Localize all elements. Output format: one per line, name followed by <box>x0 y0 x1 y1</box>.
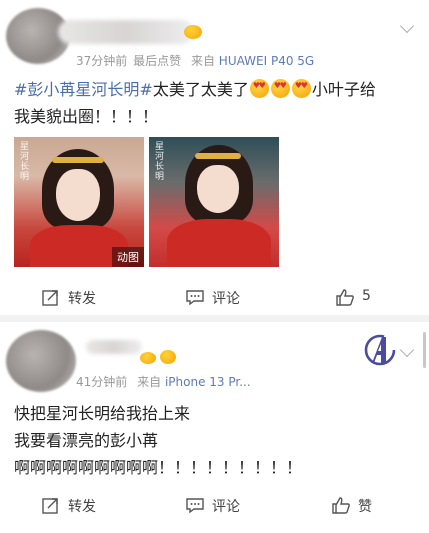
weibo-post-1: 37分钟前 最后点赞 来自 HUAWEI P40 5G #彭小苒星河长明#太美了… <box>0 0 429 315</box>
post-source[interactable]: HUAWEI P40 5G <box>219 54 314 68</box>
post-source[interactable]: iPhone 13 Pr... <box>165 375 251 389</box>
post-meta: 41分钟前 来自 iPhone 13 Pr... <box>76 373 251 390</box>
post-actions: 转发 评论 5 <box>0 286 429 310</box>
post-body-line-2: 我美貌出圈！！！！ <box>14 107 159 126</box>
heart-eyes-emoji-icon <box>291 79 311 98</box>
comment-icon <box>186 498 204 514</box>
repost-label: 转发 <box>68 499 96 515</box>
avengers-badge-icon <box>364 334 396 366</box>
post-action: 最后点赞 <box>133 54 182 68</box>
comment-label: 评论 <box>212 499 240 515</box>
post-body: 快把星河长明给我抬上来 我要看漂亮的彭小苒 啊啊啊啊啊啊啊啊啊！！！！！！！！！ <box>14 400 302 481</box>
calligraphy-watermark: 星 河 长 明 <box>20 142 30 182</box>
repost-icon <box>42 498 58 514</box>
hashtag-link[interactable]: #彭小苒星河长明# <box>14 80 153 99</box>
thumbs-up-icon <box>336 289 354 306</box>
post-time: 41分钟前 <box>76 375 128 389</box>
weibo-post-2: 41分钟前 来自 iPhone 13 Pr... 快把星河长明给我抬上来 我要看… <box>0 322 429 533</box>
like-label: 赞 <box>358 499 372 515</box>
source-prefix: 来自 <box>190 54 215 68</box>
post-actions: 转发 评论 赞 <box>0 494 429 518</box>
heart-eyes-emoji-icon <box>270 79 290 98</box>
source-prefix: 来自 <box>137 375 162 389</box>
user-avatar[interactable] <box>6 330 76 392</box>
thumbs-up-icon <box>332 497 350 514</box>
sticker-icon <box>184 25 202 39</box>
username-blurred[interactable] <box>86 340 142 354</box>
post-time: 37分钟前 <box>76 54 128 68</box>
post-separator <box>0 315 429 322</box>
post-body-line-1: #彭小苒星河长明#太美了太美了 小叶子给 <box>14 76 376 103</box>
repost-label: 转发 <box>68 291 96 307</box>
comment-label: 评论 <box>212 291 240 307</box>
post-image[interactable]: 星 河 长 明 <box>149 137 279 267</box>
repost-icon <box>42 290 58 306</box>
post-body-line-3: 啊啊啊啊啊啊啊啊啊！！！！！！！！！ <box>14 458 303 477</box>
post-meta: 37分钟前 最后点赞 来自 HUAWEI P40 5G <box>76 52 314 69</box>
post-text-segment: 太美了太美了 <box>152 80 249 99</box>
post-body-line-2: 我要看漂亮的彭小苒 <box>14 431 159 450</box>
chevron-down-icon[interactable] <box>399 342 415 358</box>
post-body: #彭小苒星河长明#太美了太美了 小叶子给 我美貌出圈！！！！ <box>14 76 376 130</box>
heart-eyes-emoji-icon <box>249 79 269 98</box>
sticker-icon <box>160 350 176 364</box>
post-text-segment: 小叶子给 <box>311 80 376 99</box>
scrollbar[interactable] <box>423 332 426 368</box>
like-count: 5 <box>362 288 371 304</box>
username-blurred[interactable] <box>58 20 194 44</box>
post-image-gif[interactable]: 星 河 长 明 动图 <box>14 137 144 267</box>
gif-badge: 动图 <box>112 247 144 267</box>
post-body-line-1: 快把星河长明给我抬上来 <box>14 404 191 423</box>
chevron-down-icon[interactable] <box>399 18 415 34</box>
comment-icon <box>186 290 204 306</box>
calligraphy-watermark: 星 河 长 明 <box>155 142 165 182</box>
sticker-icon <box>140 352 156 364</box>
